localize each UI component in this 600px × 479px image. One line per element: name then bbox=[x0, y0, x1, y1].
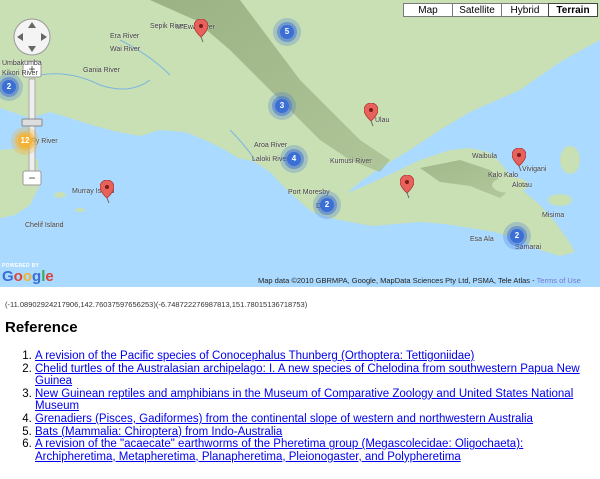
reference-link[interactable]: New Guinean reptiles and amphibians in t… bbox=[35, 388, 573, 413]
reference-link[interactable]: Chelid turtles of the Australasian archi… bbox=[35, 363, 580, 388]
place-label: Umbakumba bbox=[2, 60, 42, 67]
cluster-count: 4 bbox=[291, 154, 297, 163]
reference-link[interactable]: Bats (Mammalia: Chiroptera) from Indo-Au… bbox=[35, 426, 282, 438]
map-pin-marker[interactable] bbox=[364, 103, 378, 127]
cluster-count: 12 bbox=[20, 136, 30, 145]
map-attribution: Map data ©2010 GBRMPA, Google, MapData S… bbox=[258, 276, 581, 285]
reference-item: A revision of the "acaecate" earthworms … bbox=[35, 438, 595, 463]
marker-cluster[interactable]: 12 bbox=[10, 126, 40, 156]
bounds-readout: (-11.08902924217906,142.76037597656253)(… bbox=[5, 300, 308, 309]
map-canvas[interactable]: + − Map Satellite Hybrid Terrain Sepik R… bbox=[0, 0, 600, 287]
reference-item: Bats (Mammalia: Chiroptera) from Indo-Au… bbox=[35, 426, 595, 439]
google-logo[interactable]: POWERED BY Google bbox=[2, 263, 54, 284]
cluster-count: 5 bbox=[284, 27, 290, 36]
marker-cluster[interactable]: 4 bbox=[279, 144, 309, 174]
reference-item: Grenadiers (Pisces, Gadiformes) from the… bbox=[35, 413, 595, 426]
cluster-count: 2 bbox=[6, 82, 12, 91]
map-type-terrain-button[interactable]: Terrain bbox=[548, 3, 598, 17]
map-type-satellite-button[interactable]: Satellite bbox=[452, 3, 502, 17]
place-label: Alotau bbox=[512, 182, 532, 189]
marker-cluster[interactable]: 3 bbox=[267, 91, 297, 121]
reference-heading: Reference bbox=[5, 319, 78, 336]
place-label: Era River bbox=[110, 33, 140, 40]
cluster-count: 2 bbox=[324, 200, 330, 209]
place-label: Chelif Island bbox=[25, 222, 64, 229]
reference-item: Chelid turtles of the Australasian archi… bbox=[35, 363, 595, 388]
place-label: Misima bbox=[542, 212, 565, 219]
marker-cluster[interactable]: 2 bbox=[502, 221, 532, 251]
marker-cluster[interactable]: 2 bbox=[0, 72, 24, 102]
cluster-count: 2 bbox=[514, 231, 520, 240]
reference-list: A revision of the Pacific species of Con… bbox=[8, 350, 595, 463]
map-pin-marker[interactable] bbox=[512, 148, 526, 172]
reference-link[interactable]: A revision of the "acaecate" earthworms … bbox=[35, 438, 523, 463]
map-pin-marker[interactable] bbox=[194, 19, 208, 43]
place-label: Esa Ala bbox=[470, 236, 494, 243]
map-type-map-button[interactable]: Map bbox=[403, 3, 453, 17]
terms-of-use-link[interactable]: Terms of Use bbox=[537, 276, 581, 285]
place-label: Kumusi River bbox=[330, 158, 372, 165]
reference-link[interactable]: A revision of the Pacific species of Con… bbox=[35, 350, 474, 362]
map-pin-marker[interactable] bbox=[100, 180, 114, 204]
svg-text:−: − bbox=[28, 171, 35, 185]
attribution-text: Map data ©2010 GBRMPA, Google, MapData S… bbox=[258, 276, 531, 285]
place-label: Wai River bbox=[110, 46, 141, 53]
place-label: Gania River bbox=[83, 67, 120, 74]
marker-cluster[interactable]: 2 bbox=[312, 190, 342, 220]
zoom-slider-handle[interactable] bbox=[21, 118, 43, 127]
reference-link[interactable]: Grenadiers (Pisces, Gadiformes) from the… bbox=[35, 413, 533, 425]
reference-item: New Guinean reptiles and amphibians in t… bbox=[35, 388, 595, 413]
place-label: Waibula bbox=[472, 153, 498, 160]
map-pin-marker[interactable] bbox=[400, 175, 414, 199]
marker-cluster[interactable]: 5 bbox=[272, 17, 302, 47]
cluster-count: 3 bbox=[279, 101, 285, 110]
map-type-hybrid-button[interactable]: Hybrid bbox=[501, 3, 549, 17]
google-wordmark: Google bbox=[2, 268, 54, 285]
place-label: Kalo Kalo bbox=[488, 172, 518, 179]
reference-item: A revision of the Pacific species of Con… bbox=[35, 350, 595, 363]
